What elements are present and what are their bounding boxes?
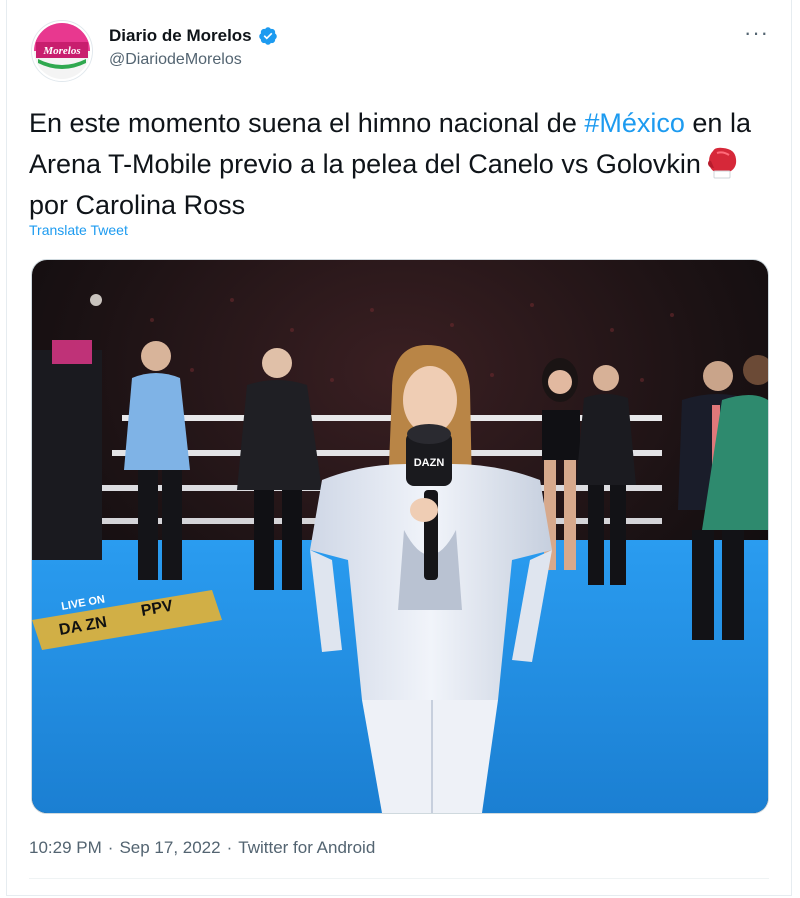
user-handle[interactable]: @DiariodeMorelos (109, 51, 278, 69)
logo-text: Morelos (42, 45, 80, 57)
meta-separator: · (226, 838, 233, 857)
tweet-source[interactable]: Twitter for Android (238, 838, 375, 858)
boxing-glove-icon (707, 147, 737, 179)
tweet-card: Morelos Diario de Morelos @DiariodeMorel… (6, 0, 792, 896)
diario-de-morelos-logo: Morelos (32, 21, 92, 81)
tweet-metadata: 10:29 PM · Sep 17, 2022 · Twitter for An… (29, 838, 375, 858)
tweet-photo[interactable]: LIVE ON DA ZN PPV DAZN (31, 259, 769, 814)
translate-tweet-link[interactable]: Translate Tweet (29, 222, 128, 238)
person-left-edge (32, 340, 102, 560)
more-options-icon[interactable]: ··· (744, 22, 769, 44)
mic-flag-text: DAZN (414, 457, 445, 469)
hashtag-link[interactable]: #México (584, 108, 685, 138)
boxing-ring-photo: LIVE ON DA ZN PPV DAZN (32, 260, 768, 813)
verified-badge-icon (258, 27, 277, 45)
tweet-text-part1: En este momento suena el himno nacional … (29, 108, 585, 138)
tweet-date[interactable]: Sep 17, 2022 (119, 838, 220, 858)
tweet-time[interactable]: 10:29 PM (29, 838, 102, 858)
profile-avatar[interactable]: Morelos (31, 20, 93, 82)
meta-separator: · (107, 838, 114, 857)
divider (29, 878, 769, 879)
tweet-header: Diario de Morelos @DiariodeMorelos (109, 26, 278, 69)
display-name[interactable]: Diario de Morelos (109, 26, 252, 46)
tweet-text: En este momento suena el himno nacional … (29, 103, 779, 226)
tweet-text-part3: por Carolina Ross (29, 190, 246, 220)
